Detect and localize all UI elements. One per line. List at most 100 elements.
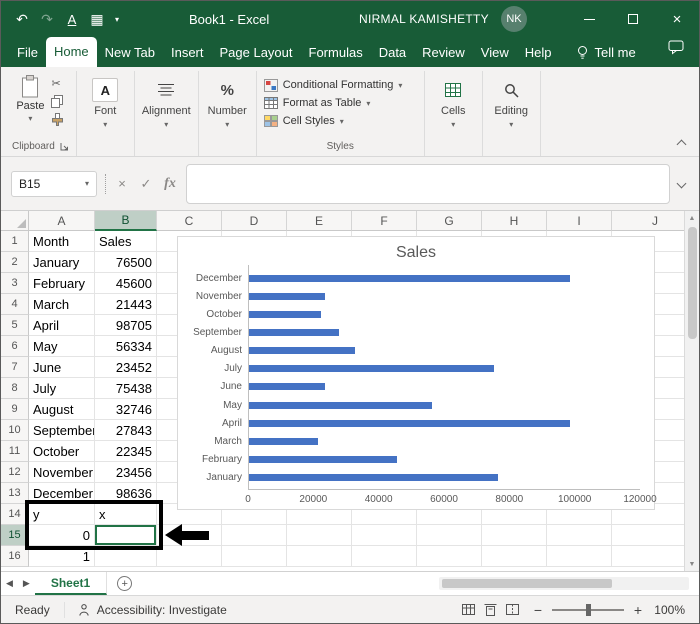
- cell-B5[interactable]: 98705: [95, 315, 157, 336]
- cell-A13[interactable]: December: [29, 483, 95, 504]
- insert-function-icon[interactable]: fx: [162, 176, 178, 192]
- cell-C16[interactable]: [157, 546, 222, 567]
- redo-icon[interactable]: ↷: [36, 8, 58, 30]
- row-header-14[interactable]: 14: [1, 504, 29, 525]
- column-header-D[interactable]: D: [222, 211, 287, 231]
- cell-A5[interactable]: April: [29, 315, 95, 336]
- cell-A1[interactable]: Month: [29, 231, 95, 252]
- normal-view-icon[interactable]: [457, 599, 479, 621]
- cell-A9[interactable]: August: [29, 399, 95, 420]
- horizontal-scrollbar[interactable]: [439, 577, 689, 590]
- cancel-icon[interactable]: ×: [114, 176, 130, 191]
- cell-A16[interactable]: 1: [29, 546, 95, 567]
- row-header-10[interactable]: 10: [1, 420, 29, 441]
- cell-G16[interactable]: [417, 546, 482, 567]
- cell-A11[interactable]: October: [29, 441, 95, 462]
- sales-chart[interactable]: Sales DecemberNovemberOctoberSeptemberAu…: [177, 236, 655, 510]
- horizontal-scrollbar-thumb[interactable]: [442, 579, 612, 588]
- column-header-B[interactable]: B: [95, 211, 157, 231]
- row-header-11[interactable]: 11: [1, 441, 29, 462]
- accessibility-status[interactable]: Accessibility: Investigate: [64, 602, 239, 618]
- cell-B10[interactable]: 27843: [95, 420, 157, 441]
- row-header-1[interactable]: 1: [1, 231, 29, 252]
- tab-page-layout[interactable]: Page Layout: [212, 39, 301, 67]
- cell-A8[interactable]: July: [29, 378, 95, 399]
- row-header-9[interactable]: 9: [1, 399, 29, 420]
- column-header-H[interactable]: H: [482, 211, 547, 231]
- name-box[interactable]: B15 ▾: [11, 171, 97, 197]
- avatar[interactable]: NK: [501, 6, 527, 32]
- row-header-2[interactable]: 2: [1, 252, 29, 273]
- row-header-13[interactable]: 13: [1, 483, 29, 504]
- cell-B4[interactable]: 21443: [95, 294, 157, 315]
- cell-A7[interactable]: June: [29, 357, 95, 378]
- add-sheet-button[interactable]: +: [107, 572, 142, 595]
- row-header-5[interactable]: 5: [1, 315, 29, 336]
- cell-A15[interactable]: 0: [29, 525, 95, 546]
- cell-B13[interactable]: 98636: [95, 483, 157, 504]
- cell-B14[interactable]: x: [95, 504, 157, 525]
- tab-data[interactable]: Data: [371, 39, 414, 67]
- zoom-level[interactable]: 100%: [653, 603, 699, 617]
- zoom-slider[interactable]: [552, 609, 624, 611]
- font-group-button[interactable]: A Font ▾: [77, 71, 135, 156]
- vertical-scrollbar[interactable]: ▲ ▼: [684, 211, 699, 571]
- tab-formulas[interactable]: Formulas: [301, 39, 371, 67]
- tab-view[interactable]: View: [473, 39, 517, 67]
- scroll-up-icon[interactable]: ▲: [689, 211, 696, 225]
- cell-E15[interactable]: [287, 525, 352, 546]
- column-header-G[interactable]: G: [417, 211, 482, 231]
- sheet-nav-right-icon[interactable]: ▶: [18, 572, 35, 595]
- tab-help[interactable]: Help: [517, 39, 560, 67]
- qat-customize-icon[interactable]: ▾: [111, 8, 123, 30]
- select-all-corner[interactable]: [1, 211, 29, 231]
- zoom-slider-thumb[interactable]: [586, 604, 591, 616]
- tab-new-tab[interactable]: New Tab: [97, 39, 163, 67]
- paste-button[interactable]: Paste ▾: [16, 73, 44, 126]
- column-header-C[interactable]: C: [157, 211, 222, 231]
- name-box-dropdown-icon[interactable]: ▾: [85, 179, 89, 188]
- cell-F15[interactable]: [352, 525, 417, 546]
- sheet-nav-left-icon[interactable]: ◀: [1, 572, 18, 595]
- cell-B7[interactable]: 23452: [95, 357, 157, 378]
- clipboard-dialog-launcher-icon[interactable]: [60, 142, 69, 151]
- cell-I15[interactable]: [547, 525, 612, 546]
- column-header-E[interactable]: E: [287, 211, 352, 231]
- format-as-table-button[interactable]: Format as Table ▾: [264, 94, 371, 112]
- cell-A3[interactable]: February: [29, 273, 95, 294]
- cell-H15[interactable]: [482, 525, 547, 546]
- cell-A2[interactable]: January: [29, 252, 95, 273]
- comment-icon[interactable]: [668, 40, 685, 67]
- collapse-ribbon-icon[interactable]: [677, 140, 687, 150]
- formula-bar-expand-icon[interactable]: [677, 179, 687, 189]
- cell-D16[interactable]: [222, 546, 287, 567]
- column-header-F[interactable]: F: [352, 211, 417, 231]
- cell-C15[interactable]: [157, 525, 222, 546]
- cell-B16[interactable]: [95, 546, 157, 567]
- cell-A14[interactable]: y: [29, 504, 95, 525]
- tab-file[interactable]: File: [9, 39, 46, 67]
- cell-I16[interactable]: [547, 546, 612, 567]
- cell-B9[interactable]: 32746: [95, 399, 157, 420]
- row-header-7[interactable]: 7: [1, 357, 29, 378]
- tab-insert[interactable]: Insert: [163, 39, 212, 67]
- borders-icon[interactable]: ▦: [86, 8, 108, 30]
- cell-B12[interactable]: 23456: [95, 462, 157, 483]
- formula-input[interactable]: [186, 164, 670, 204]
- row-header-16[interactable]: 16: [1, 546, 29, 567]
- cell-A10[interactable]: September: [29, 420, 95, 441]
- zoom-out-button[interactable]: −: [531, 602, 545, 618]
- copy-button[interactable]: [51, 94, 64, 108]
- row-header-15[interactable]: 15: [1, 525, 29, 546]
- row-header-12[interactable]: 12: [1, 462, 29, 483]
- page-layout-view-icon[interactable]: [479, 599, 501, 621]
- cell-E16[interactable]: [287, 546, 352, 567]
- tab-home[interactable]: Home: [46, 37, 97, 67]
- cell-B15[interactable]: [95, 525, 157, 546]
- cell-B11[interactable]: 22345: [95, 441, 157, 462]
- format-painter-button[interactable]: [51, 112, 64, 126]
- cell-A12[interactable]: November: [29, 462, 95, 483]
- minimize-button[interactable]: [567, 1, 611, 37]
- row-header-4[interactable]: 4: [1, 294, 29, 315]
- cell-styles-button[interactable]: Cell Styles ▾: [264, 112, 344, 130]
